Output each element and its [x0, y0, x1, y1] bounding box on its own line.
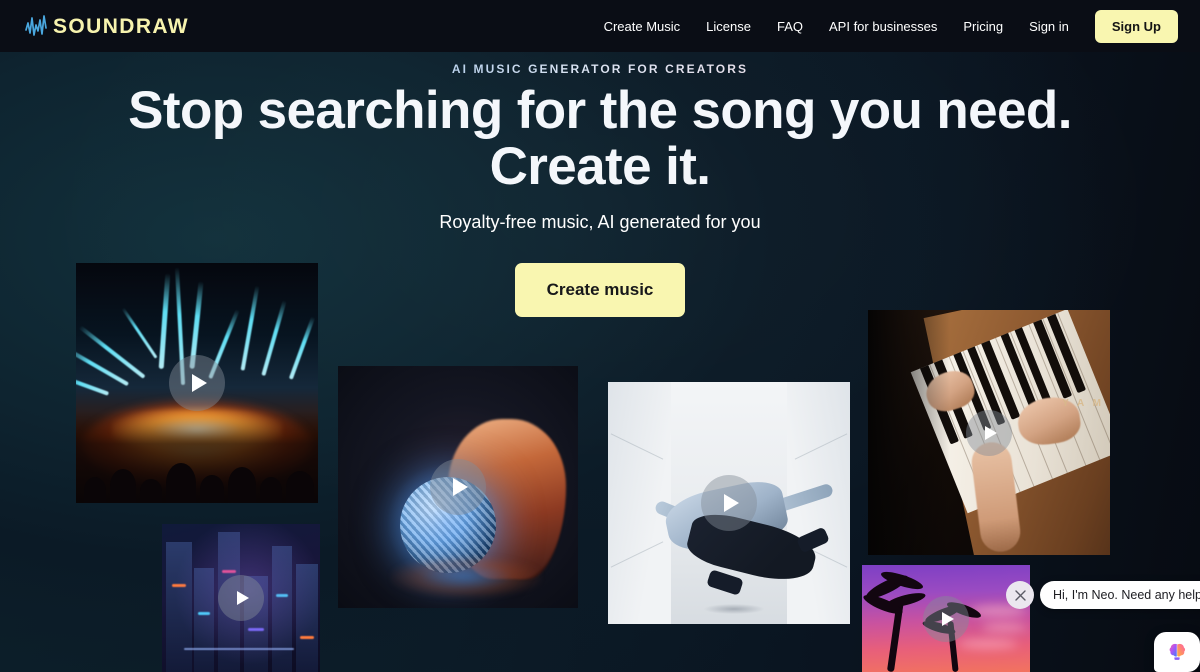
page-root: SOUNDRAW Create Music License FAQ API fo…	[0, 0, 1200, 672]
chat-message-bubble[interactable]: Hi, I'm Neo. Need any help?	[1040, 581, 1200, 609]
tile-sunset[interactable]	[862, 565, 1030, 672]
logo[interactable]: SOUNDRAW	[24, 14, 189, 38]
tile-city[interactable]	[162, 524, 320, 672]
nav-api-for-businesses[interactable]: API for businesses	[829, 20, 937, 33]
tile-dancer[interactable]	[608, 382, 850, 624]
play-icon[interactable]	[430, 459, 486, 515]
play-icon[interactable]	[169, 355, 225, 411]
hero-cta-wrap: Create music	[0, 263, 1200, 317]
sign-up-button[interactable]: Sign Up	[1094, 9, 1178, 43]
nav-faq[interactable]: FAQ	[777, 20, 803, 33]
nav-pricing[interactable]: Pricing	[963, 20, 1003, 33]
tile-piano[interactable]: Y A M	[868, 310, 1110, 555]
play-icon[interactable]	[218, 575, 264, 621]
logo-text: SOUNDRAW	[53, 14, 190, 38]
play-icon[interactable]	[966, 409, 1012, 456]
hero-eyebrow: AI MUSIC GENERATOR FOR CREATORS	[0, 62, 1200, 76]
brain-icon	[1169, 643, 1186, 660]
chat-message-text: Hi, I'm Neo. Need any help?	[1053, 588, 1200, 602]
play-icon[interactable]	[923, 595, 969, 642]
site-header: SOUNDRAW Create Music License FAQ API fo…	[0, 0, 1200, 52]
nav-sign-in[interactable]: Sign in	[1029, 20, 1069, 33]
chat-close-button[interactable]	[1006, 581, 1034, 609]
nav-license[interactable]: License	[706, 20, 751, 33]
nav-create-music[interactable]: Create Music	[604, 20, 681, 33]
hero-subtitle: Royalty-free music, AI generated for you	[439, 212, 761, 232]
main-nav: Create Music License FAQ API for busines…	[604, 9, 1178, 43]
close-icon	[1014, 589, 1026, 601]
page-title: Stop searching for the song you need. Cr…	[0, 83, 1200, 195]
create-music-button[interactable]: Create music	[514, 263, 686, 317]
chat-launcher-button[interactable]	[1154, 632, 1200, 672]
waveform-icon	[25, 15, 47, 36]
headline-line-1: Stop searching for the song you need.	[128, 81, 1072, 140]
headline-line-2: Create it.	[489, 137, 711, 196]
piano-brand-text: Y A M	[1062, 398, 1104, 410]
play-icon[interactable]	[701, 475, 757, 531]
tile-disco[interactable]	[338, 366, 578, 608]
